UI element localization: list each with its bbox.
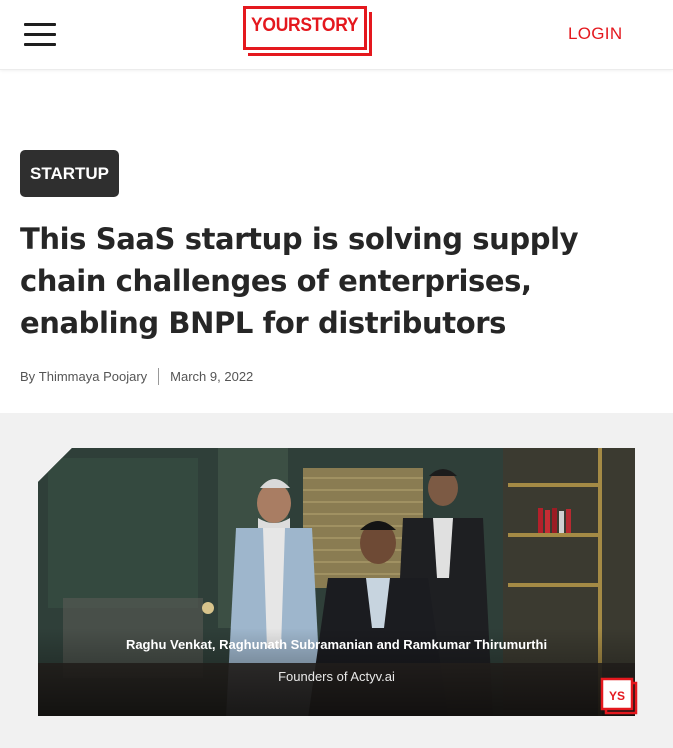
author-link[interactable]: Thimmaya Poojary (39, 369, 147, 384)
article-title: This SaaS startup is solving supply chai… (20, 222, 579, 340)
yourstory-logo[interactable]: YOURSTORY (243, 6, 373, 56)
byline-divider (158, 368, 160, 385)
byline: By Thimmaya Poojary March 9, 2022 (20, 368, 253, 385)
logo-text: YOURSTORY (251, 15, 359, 36)
login-link[interactable]: LOGIN (568, 24, 622, 44)
hero-caption-role: Founders of Actyv.ai (278, 669, 395, 684)
site-header: YOURSTORY LOGIN (0, 0, 673, 70)
byline-prefix: By (20, 369, 36, 384)
publish-date: March 9, 2022 (170, 369, 254, 384)
category-tag[interactable]: STARTUP (20, 150, 119, 197)
svg-text:YS: YS (609, 689, 625, 703)
hero-caption-names: Raghu Venkat, Raghunath Subramanian and … (125, 637, 548, 652)
ys-badge-icon: YS (600, 677, 638, 715)
hamburger-menu-icon[interactable] (24, 23, 56, 47)
